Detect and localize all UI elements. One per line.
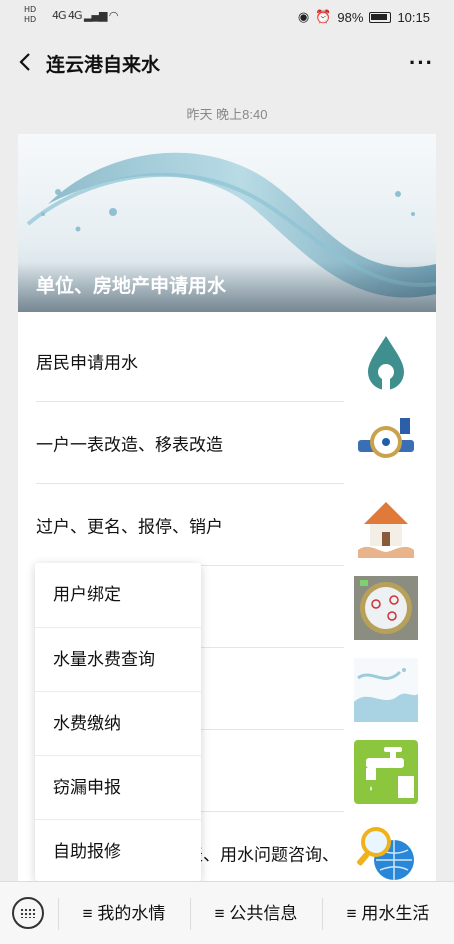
faucet-icon <box>354 740 418 804</box>
tab-my-water[interactable]: ≡ 我的水情 <box>58 882 190 944</box>
hero-title: 单位、房地产申请用水 <box>36 276 227 297</box>
back-button[interactable] <box>14 50 38 74</box>
menu-item-usage-billing-query[interactable]: 水量水费查询 <box>35 627 201 691</box>
signal-icon: 4G 4G ▂▄▆ ◠ <box>52 9 119 22</box>
chevron-left-icon <box>19 53 30 71</box>
globe-magnifier-icon <box>357 827 414 880</box>
menu-item-user-binding[interactable]: 用户绑定 <box>35 563 201 627</box>
meter-dial-icon <box>354 576 418 640</box>
menu-item-self-repair[interactable]: 自助报修 <box>35 819 201 883</box>
water-meter-icon <box>358 418 414 458</box>
tab-water-life[interactable]: ≡ 用水生活 <box>322 882 454 944</box>
page-title: 连云港自来水 <box>46 55 161 76</box>
clock: 10:15 <box>397 9 430 25</box>
tab-public-info[interactable]: ≡ 公共信息 <box>190 882 322 944</box>
list-item[interactable]: 过户、更名、报停、销户 <box>36 484 418 566</box>
house-in-hands-icon <box>354 494 418 558</box>
list-item-label: 居民申请用水 <box>36 353 138 373</box>
popup-menu: 用户绑定 水量水费查询 水费缴纳 窃漏申报 自助报修 <box>35 563 201 881</box>
hero-banner[interactable]: 单位、房地产申请用水 <box>18 134 436 312</box>
list-item[interactable]: 一户一表改造、移表改造 <box>36 402 418 484</box>
alarm-icon: ⏰ <box>315 9 332 24</box>
battery-icon <box>369 11 392 23</box>
water-splash-icon <box>354 658 418 722</box>
eye-icon: ◉ <box>297 9 310 24</box>
list-item-label: 一户一表改造、移表改造 <box>36 435 223 455</box>
message-timestamp: 昨天 晚上8:40 <box>186 107 268 122</box>
keyboard-toggle-button[interactable] <box>12 897 44 929</box>
menu-item-bill-payment[interactable]: 水费缴纳 <box>35 691 201 755</box>
list-item[interactable]: 居民申请用水 <box>36 320 418 402</box>
status-bar: HD HD 4G 4G ▂▄▆ ◠ ◉ ⏰ 98% 10:15 <box>0 0 454 36</box>
list-item-label: 表、用水问题咨询、 <box>186 845 339 865</box>
hd-indicator: HD HD <box>24 5 37 24</box>
water-drop-icon <box>368 336 404 390</box>
list-item-label: 过户、更名、报停、销户 <box>36 517 223 537</box>
bottom-menu-bar: ≡ 我的水情 ≡ 公共信息 ≡ 用水生活 <box>0 881 454 944</box>
status-right: ◉ ⏰ 98% 10:15 <box>298 9 430 25</box>
nav-bar: 连云港自来水 ··· <box>0 36 454 88</box>
keyboard-icon <box>20 908 36 918</box>
menu-item-leak-report[interactable]: 窃漏申报 <box>35 755 201 819</box>
battery-percent: 98% <box>337 9 364 25</box>
more-options-button[interactable]: ··· <box>409 50 434 76</box>
